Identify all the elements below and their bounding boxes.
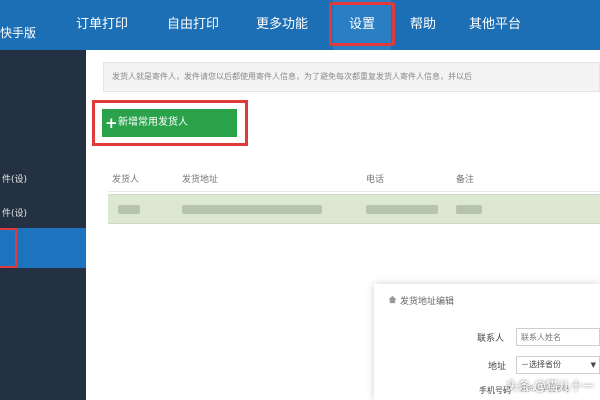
nav-help[interactable]: 帮助 (410, 0, 436, 50)
province-select[interactable]: －选择省份 ▼ (516, 356, 600, 374)
sidebar-item-2[interactable]: 件(设) (0, 206, 86, 219)
column-phone: 电话 (366, 175, 385, 185)
redacted-sender (118, 205, 140, 214)
app-brand: 快手版 (0, 26, 37, 40)
nav-more-features[interactable]: 更多功能 (256, 0, 308, 50)
nav-free-print[interactable]: 自由打印 (167, 0, 219, 50)
redacted-phone (366, 205, 438, 214)
column-sender: 发货人 (112, 175, 140, 185)
notice-banner: 发货人就是寄件人，发件请您以后都使用寄件人信息，为了避免每次都重复发货人寄件人信… (103, 62, 600, 92)
watermark: 头条 @猫儿十一 (506, 379, 594, 393)
nav-other-platforms[interactable]: 其他平台 (469, 0, 521, 50)
region-label: 地址 (488, 362, 507, 372)
home-icon (388, 295, 397, 304)
redacted-note (456, 205, 482, 214)
column-note: 备注 (456, 175, 475, 185)
plus-icon: + (105, 114, 118, 132)
add-sender-button[interactable]: + 新增常用发货人 (102, 109, 237, 137)
table-row[interactable] (108, 194, 600, 224)
sidebar-item-active[interactable] (0, 228, 86, 268)
panel-title: 发货地址编辑 (400, 297, 455, 307)
top-nav: 快手版 订单打印 自由打印 更多功能 设置 帮助 其他平台 (0, 0, 600, 50)
add-sender-button-label: 新增常用发货人 (118, 117, 188, 128)
column-address: 发货地址 (182, 175, 219, 185)
sidebar: 件(设) 件(设) (0, 50, 86, 400)
nav-order-print[interactable]: 订单打印 (76, 0, 128, 50)
contact-input[interactable] (516, 328, 600, 346)
sidebar-item-1[interactable]: 件(设) (0, 172, 86, 185)
province-select-value: －选择省份 (521, 360, 561, 369)
nav-settings[interactable]: 设置 (333, 0, 391, 50)
contact-label: 联系人 (477, 334, 505, 344)
redacted-address (182, 205, 322, 214)
table-header: 发货人 发货地址 电话 备注 (108, 166, 600, 192)
chevron-down-icon: ▼ (590, 361, 596, 369)
